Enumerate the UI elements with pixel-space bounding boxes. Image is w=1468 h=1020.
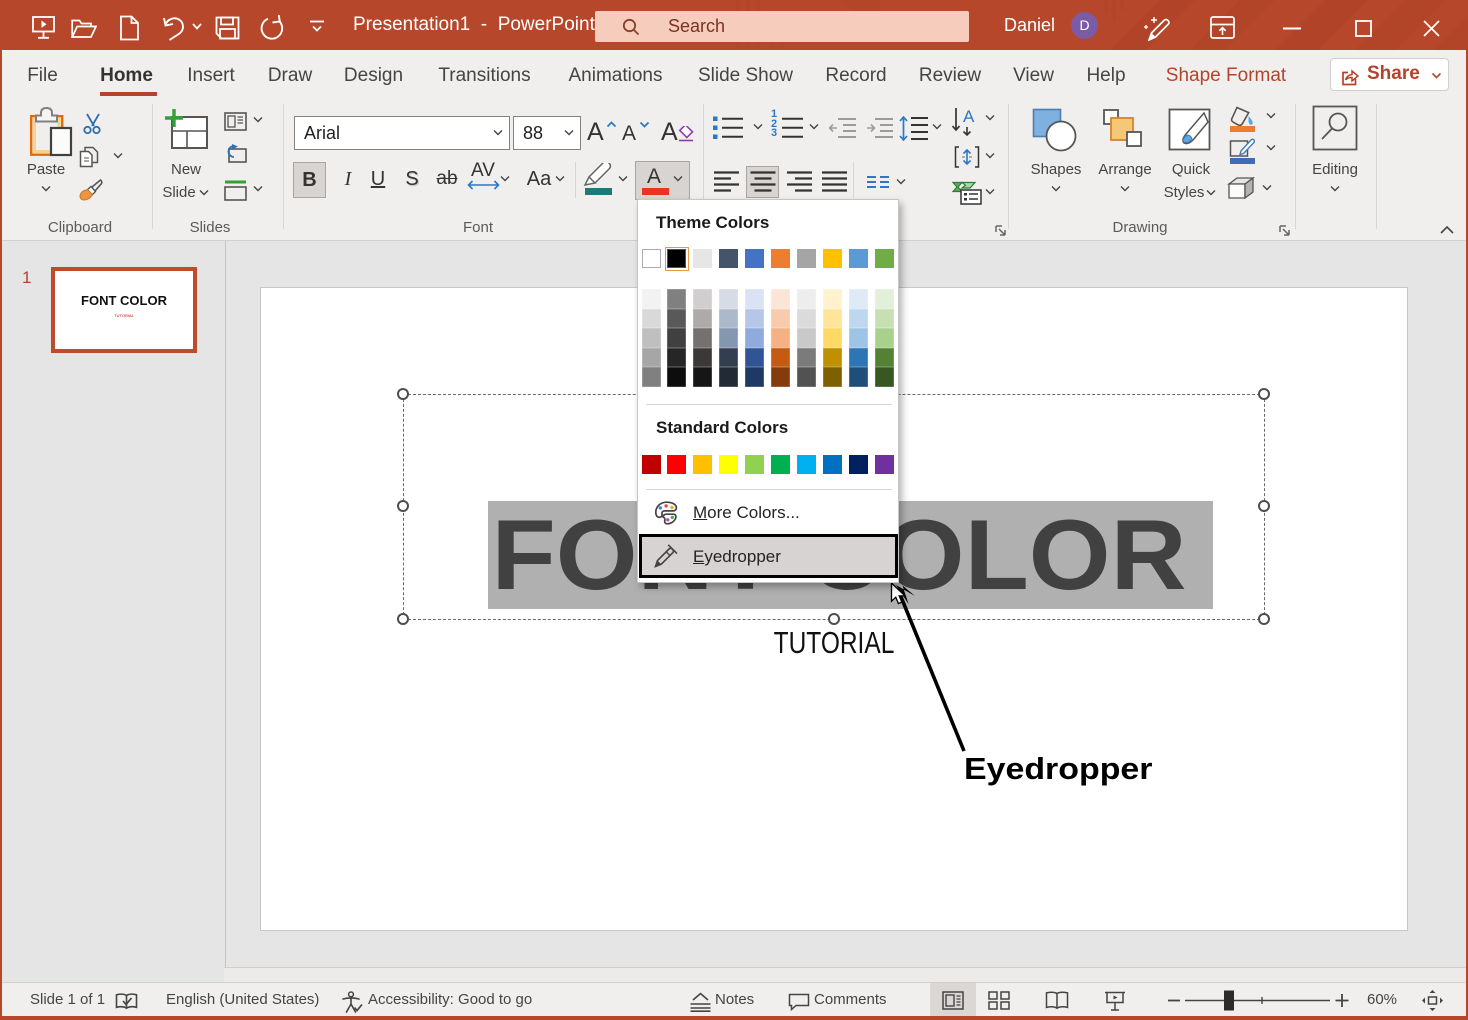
svg-text:A: A <box>963 107 975 126</box>
